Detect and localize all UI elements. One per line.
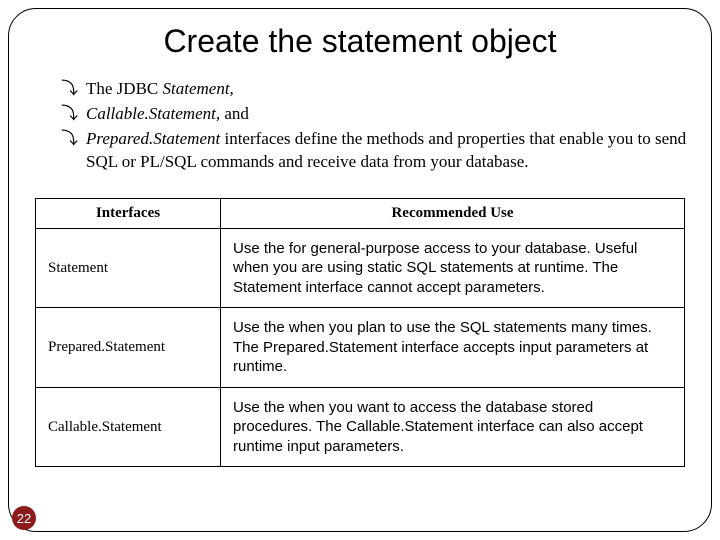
table-header-row: Interfaces Recommended Use xyxy=(36,198,685,228)
bullet-icon: ⤵ xyxy=(61,78,78,101)
interface-name-cell: Callable.Statement xyxy=(36,387,221,467)
page-number-badge: 22 xyxy=(12,506,36,530)
bullet-list: ⤵ The JDBC Statement, ⤵ Callable.Stateme… xyxy=(61,78,697,174)
bullet-item: ⤵ Callable.Statement, and xyxy=(61,103,697,126)
table-header-interfaces: Interfaces xyxy=(36,198,221,228)
table-row: Prepared.Statement Use the when you plan… xyxy=(36,308,685,388)
bullet-text-italic: Prepared.Statement xyxy=(86,129,220,148)
interface-desc-cell: Use the for general-purpose access to yo… xyxy=(221,228,685,308)
slide-frame: Create the statement object ⤵ The JDBC S… xyxy=(8,8,712,532)
interface-desc-cell: Use the when you want to access the data… xyxy=(221,387,685,467)
interface-name-cell: Statement xyxy=(36,228,221,308)
table-row: Statement Use the for general-purpose ac… xyxy=(36,228,685,308)
bullet-text: The JDBC Statement, xyxy=(86,78,697,101)
interfaces-table: Interfaces Recommended Use Statement Use… xyxy=(35,198,685,468)
bullet-text: Prepared.Statement interfaces define the… xyxy=(86,128,697,174)
bullet-text-part: The JDBC xyxy=(86,79,163,98)
interface-desc-cell: Use the when you plan to use the SQL sta… xyxy=(221,308,685,388)
bullet-icon: ⤵ xyxy=(61,103,78,126)
bullet-item: ⤵ Prepared.Statement interfaces define t… xyxy=(61,128,697,174)
slide-title: Create the statement object xyxy=(23,23,697,60)
table-header-recommended: Recommended Use xyxy=(221,198,685,228)
bullet-text-italic: Statement, xyxy=(163,79,234,98)
table-row: Callable.Statement Use the when you want… xyxy=(36,387,685,467)
bullet-item: ⤵ The JDBC Statement, xyxy=(61,78,697,101)
interface-name-cell: Prepared.Statement xyxy=(36,308,221,388)
slide: Create the statement object ⤵ The JDBC S… xyxy=(0,0,720,540)
bullet-text-part: and xyxy=(220,104,249,123)
bullet-text-italic: Callable.Statement, xyxy=(86,104,220,123)
bullet-text: Callable.Statement, and xyxy=(86,103,697,126)
bullet-icon: ⤵ xyxy=(61,128,78,151)
